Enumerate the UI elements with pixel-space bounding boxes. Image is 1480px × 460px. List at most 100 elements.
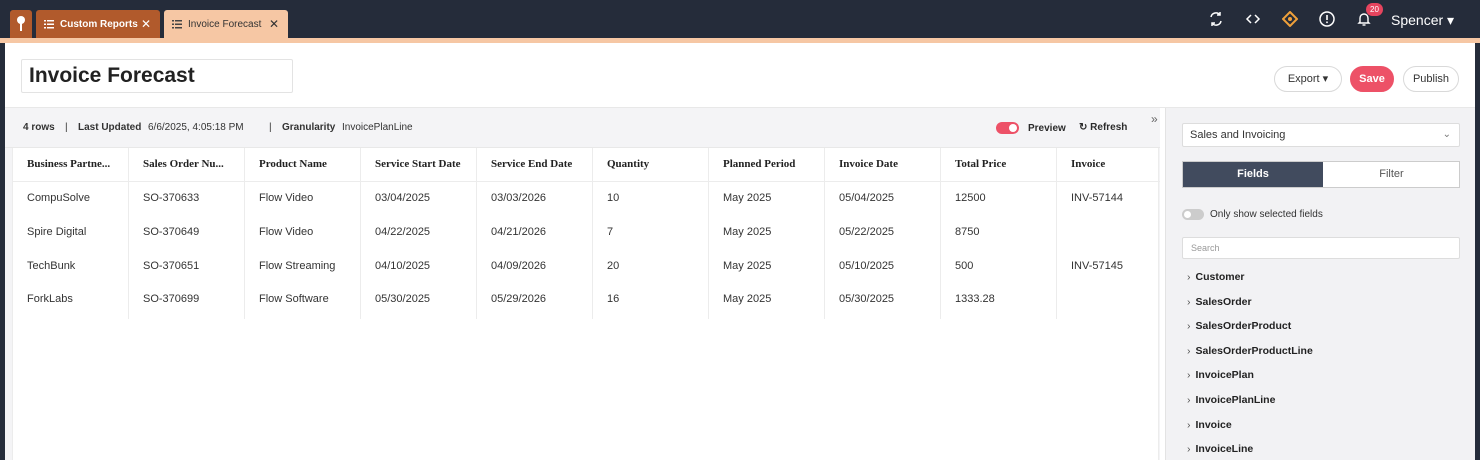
dataset-select[interactable]: Sales and Invoicing ⌄ [1182,123,1460,147]
column-header-total-price[interactable]: Total Price [955,158,1006,170]
granularity-value: InvoicePlanLine [342,122,413,133]
table-cell: 10 [607,192,620,204]
entity-item-invoiceplanline[interactable]: › InvoicePlanLine [1187,394,1275,406]
header-divider [13,181,1160,182]
fields-panel: Sales and Invoicing ⌄ Fields Filter Only… [1165,108,1475,460]
only-selected-toggle[interactable] [1182,209,1204,220]
top-bar: Custom Reports ✕ Invoice Forecast ✕ 20 S… [0,0,1480,40]
table-cell: CompuSolve [27,192,90,204]
code-icon[interactable] [1243,9,1263,29]
table-cell: Flow Video [259,226,314,238]
table-cell: Flow Software [259,293,329,305]
column-header-quantity[interactable]: Quantity [607,158,649,170]
table-cell: 16 [607,293,620,305]
entity-item-salesorderproduct[interactable]: › SalesOrderProduct [1187,320,1291,332]
column-header-sales-order-number[interactable]: Sales Order Nu... [143,158,224,170]
table-cell: SO-370699 [143,293,200,305]
separator: | [269,122,272,133]
only-selected-label: Only show selected fields [1210,209,1323,220]
column-header-service-end-date[interactable]: Service End Date [491,158,572,170]
pin-icon [17,16,25,31]
entity-item-customer[interactable]: › Customer [1187,271,1245,283]
sync-icon[interactable] [1206,9,1226,29]
column-header-planned-period[interactable]: Planned Period [723,158,795,170]
preview-toggle[interactable] [996,122,1019,134]
table-cell: 1333.28 [955,293,995,305]
table-cell: TechBunk [27,260,76,272]
entity-item-invoiceplan[interactable]: › InvoicePlan [1187,369,1254,381]
tab-fields[interactable]: Fields [1183,162,1323,187]
dataset-select-value: Sales and Invoicing [1190,129,1286,141]
table-cell: 05/30/2025 [375,293,431,305]
separator: | [65,122,68,133]
table-cell: 500 [955,260,974,272]
field-search-input[interactable]: Search [1182,237,1460,259]
entity-item-invoiceline[interactable]: › InvoiceLine [1187,443,1253,455]
row-count: 4 rows [23,122,55,133]
table-cell: 05/29/2026 [491,293,547,305]
chevron-right-icon: › [1187,296,1191,308]
chevron-right-icon: › [1187,271,1191,283]
table-cell: 04/10/2025 [375,260,431,272]
column-header-product-name[interactable]: Product Name [259,158,327,170]
refresh-icon: ↻ [1079,122,1091,133]
table-cell: 05/04/2025 [839,192,895,204]
results-area: Business Partne... Sales Order Nu... Pro… [5,148,1160,460]
table-cell: 05/10/2025 [839,260,895,272]
table-cell: May 2025 [723,260,772,272]
last-updated-value: 6/6/2025, 4:05:18 PM [148,122,244,133]
table-cell: ForkLabs [27,293,73,305]
publish-button[interactable]: Publish [1403,66,1459,92]
column-header-invoice-date[interactable]: Invoice Date [839,158,898,170]
report-editor: Invoice Forecast Export ▾ Save Publish 4… [5,43,1475,460]
table-cell: SO-370633 [143,192,200,204]
tab-filter[interactable]: Filter [1323,162,1460,187]
export-button[interactable]: Export ▾ [1274,66,1342,92]
tab-custom-reports[interactable]: Custom Reports ✕ [36,10,160,38]
table-cell: May 2025 [723,226,772,238]
list-icon [172,20,182,29]
granularity-label: Granularity [282,122,336,133]
entity-item-salesorder[interactable]: › SalesOrder [1187,296,1252,308]
collapse-panel-button[interactable]: » [1151,112,1158,126]
pin-tab-button[interactable] [10,10,32,38]
preview-label: Preview [1028,123,1066,134]
tab-label: Invoice Forecast [188,18,262,30]
table-cell: 03/03/2026 [491,192,547,204]
column-header-service-start-date[interactable]: Service Start Date [375,158,461,170]
chevron-right-icon: › [1187,369,1191,381]
chevron-right-icon: › [1187,419,1191,431]
alert-icon[interactable] [1317,9,1337,29]
diamond-icon[interactable] [1280,9,1300,29]
results-table: Business Partne... Sales Order Nu... Pro… [12,148,1160,460]
table-cell: 04/09/2026 [491,260,547,272]
table-cell: Spire Digital [27,226,87,238]
panel-mode-tabs: Fields Filter [1182,161,1460,188]
table-cell: 20 [607,260,620,272]
chevron-down-icon: ⌄ [1442,129,1451,140]
table-cell: 05/22/2025 [839,226,895,238]
table-cell: 04/21/2026 [491,226,547,238]
table-cell: May 2025 [723,293,772,305]
report-title-input[interactable]: Invoice Forecast [21,59,293,93]
chevron-right-icon: › [1187,394,1191,406]
table-cell: INV-57145 [1071,260,1123,272]
chevron-right-icon: › [1187,345,1191,357]
close-icon[interactable]: ✕ [269,17,279,31]
entity-item-salesorderproductline[interactable]: › SalesOrderProductLine [1187,345,1313,357]
table-cell: 8750 [955,226,980,238]
save-button[interactable]: Save [1350,66,1394,92]
table-cell: SO-370651 [143,260,200,272]
report-info-bar: 4 rows | Last Updated 6/6/2025, 4:05:18 … [5,108,1160,148]
user-menu[interactable]: Spencer ▾ [1391,10,1454,30]
list-icon [44,20,54,29]
tab-invoice-forecast[interactable]: Invoice Forecast ✕ [164,10,288,38]
table-cell: 04/22/2025 [375,226,431,238]
table-cell: 05/30/2025 [839,293,895,305]
column-header-business-partner[interactable]: Business Partne... [27,158,110,170]
column-header-invoice[interactable]: Invoice [1071,158,1105,170]
entity-item-invoice[interactable]: › Invoice [1187,419,1232,431]
close-icon[interactable]: ✕ [141,17,151,31]
refresh-button[interactable]: ↻ Refresh [1079,122,1127,133]
table-cell: May 2025 [723,192,772,204]
